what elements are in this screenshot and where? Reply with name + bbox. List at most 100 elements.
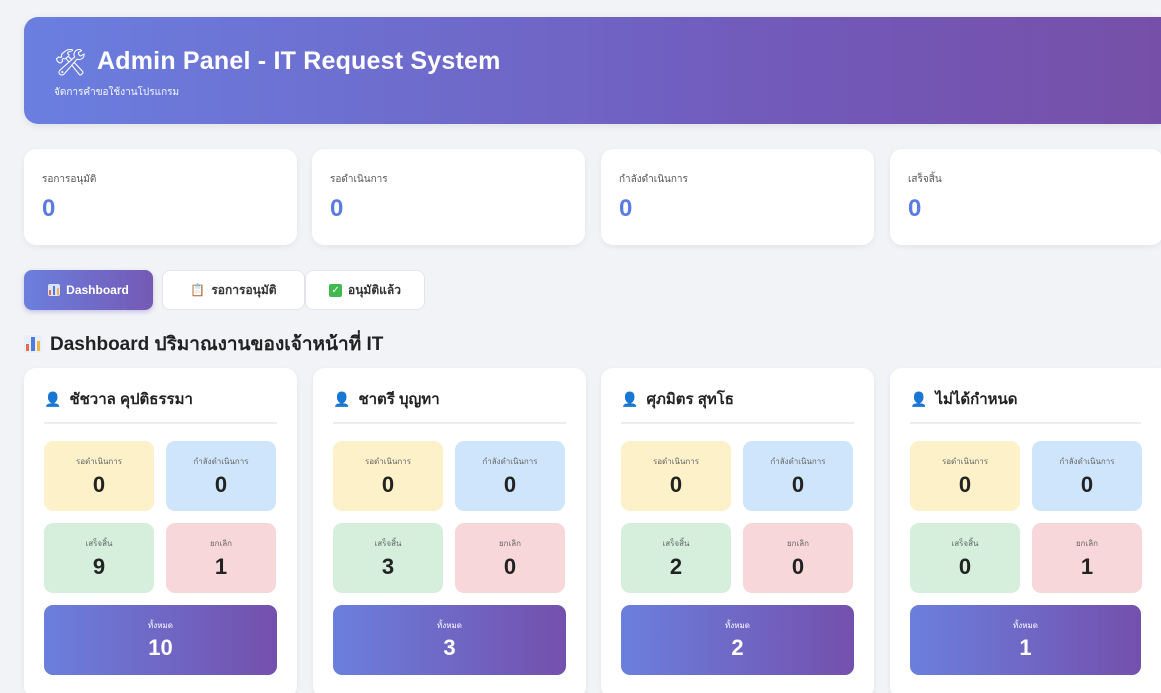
- staff-name: ไม่ได้กำหนด: [935, 391, 1018, 408]
- staff-name-row: 👤 ศุภมิตร สุทโธ: [621, 388, 854, 424]
- stat-label: เสร็จสิ้น: [908, 174, 942, 185]
- stat-card-in-progress: กำลังดำเนินการ 0: [601, 149, 874, 245]
- staff-card: 👤 ชัชวาล คุปติธรรมา รอดำเนินการ 0 กำลังดำ…: [24, 368, 297, 693]
- stat-label: กำลังดำเนินการ: [619, 174, 688, 185]
- person-icon: 👤: [44, 390, 62, 407]
- tab-label: อนุมัติแล้ว: [348, 282, 401, 297]
- total-label: ทั้งหมด: [148, 621, 173, 630]
- done-box: เสร็จสิ้น 9: [44, 523, 154, 593]
- cancelled-box: ยกเลิก 1: [1032, 523, 1142, 593]
- box-value: 0: [669, 472, 683, 497]
- box-label: เสร็จสิ้น: [374, 539, 402, 548]
- done-box: เสร็จสิ้น 3: [333, 523, 443, 593]
- staff-stats-grid: รอดำเนินการ 0 กำลังดำเนินการ 0 เสร็จสิ้น 0 …: [910, 441, 1142, 593]
- box-value: 1: [1080, 554, 1094, 579]
- box-label: กำลังดำเนินการ: [770, 457, 826, 466]
- pending-box: รอดำเนินการ 0: [621, 441, 731, 511]
- box-label: ยกเลิก: [1075, 539, 1098, 548]
- in-progress-box: กำลังดำเนินการ 0: [455, 441, 565, 511]
- staff-card: 👤 ไม่ได้กำหนด รอดำเนินการ 0 กำลังดำเนินกา…: [890, 368, 1161, 693]
- bar-chart-icon: [24, 335, 42, 353]
- cancelled-box: ยกเลิก 0: [455, 523, 565, 593]
- box-value: 0: [791, 554, 805, 579]
- total-value: 10: [148, 635, 173, 660]
- total-value: 2: [731, 635, 744, 660]
- stat-card-pending: รอดำเนินการ 0: [312, 149, 585, 245]
- page-header: 🛠 Admin Panel - IT Request System จัดการ…: [24, 17, 1161, 124]
- staff-name-row: 👤 ชาตรี บุญทา: [333, 388, 566, 424]
- tab-label: Dashboard: [66, 283, 129, 297]
- person-icon: 👤: [621, 390, 639, 407]
- staff-name-row: 👤 ไม่ได้กำหนด: [910, 388, 1141, 424]
- box-value: 0: [503, 472, 517, 497]
- total-box: ทั้งหมด 1: [910, 605, 1141, 675]
- in-progress-box: กำลังดำเนินการ 0: [1032, 441, 1142, 511]
- staff-name: ชาตรี บุญทา: [358, 391, 440, 408]
- box-value: 0: [791, 472, 805, 497]
- box-value: 2: [669, 554, 683, 579]
- done-box: เสร็จสิ้น 0: [910, 523, 1020, 593]
- staff-stats-grid: รอดำเนินการ 0 กำลังดำเนินการ 0 เสร็จสิ้น 9 …: [44, 441, 277, 593]
- person-icon: 👤: [910, 390, 928, 407]
- stat-value: 0: [42, 195, 56, 222]
- tab-awaiting-approval[interactable]: 📋 รอการอนุมัติ: [162, 270, 305, 310]
- total-box: ทั้งหมด 2: [621, 605, 854, 675]
- section-title: Dashboard ปริมาณงานของเจ้าหน้าที่ IT: [24, 329, 383, 359]
- tab-approved[interactable]: ✓ อนุมัติแล้ว: [305, 270, 425, 310]
- box-value: 0: [1080, 472, 1094, 497]
- box-value: 0: [214, 472, 228, 497]
- total-label: ทั้งหมด: [725, 621, 750, 630]
- section-title-text: Dashboard ปริมาณงานของเจ้าหน้าที่ IT: [50, 334, 384, 355]
- box-value: 3: [381, 554, 395, 579]
- box-value: 0: [381, 472, 395, 497]
- stat-value: 0: [330, 195, 344, 222]
- cancelled-box: ยกเลิก 1: [166, 523, 276, 593]
- tools-icon: 🛠: [54, 46, 88, 77]
- stats-row: รอการอนุมัติ 0 รอดำเนินการ 0 กำลังดำเนิน…: [24, 149, 1161, 245]
- clipboard-icon: 📋: [190, 283, 206, 297]
- staff-name: ศุภมิตร สุทโธ: [646, 391, 734, 408]
- box-label: รอดำเนินการ: [75, 457, 123, 466]
- staff-stats-grid: รอดำเนินการ 0 กำลังดำเนินการ 0 เสร็จสิ้น 3 …: [333, 441, 566, 593]
- box-label: เสร็จสิ้น: [85, 539, 113, 548]
- stat-label: รอดำเนินการ: [330, 174, 388, 185]
- total-label: ทั้งหมด: [437, 621, 462, 630]
- total-value: 3: [443, 635, 456, 660]
- box-value: 0: [503, 554, 517, 579]
- box-label: ยกเลิก: [209, 539, 232, 548]
- in-progress-box: กำลังดำเนินการ 0: [743, 441, 853, 511]
- box-label: เสร็จสิ้น: [951, 539, 979, 548]
- pending-box: รอดำเนินการ 0: [910, 441, 1020, 511]
- header-title-row: 🛠 Admin Panel - IT Request System: [54, 47, 1129, 76]
- box-label: รอดำเนินการ: [364, 457, 412, 466]
- total-box: ทั้งหมด 10: [44, 605, 277, 675]
- pending-box: รอดำเนินการ 0: [333, 441, 443, 511]
- stat-label: รอการอนุมัติ: [42, 174, 97, 185]
- box-value: 0: [958, 554, 972, 579]
- box-label: รอดำเนินการ: [941, 457, 989, 466]
- box-label: กำลังดำเนินการ: [193, 457, 249, 466]
- check-box-icon: ✓: [329, 283, 343, 297]
- staff-card: 👤 ชาตรี บุญทา รอดำเนินการ 0 กำลังดำเนินกา…: [313, 368, 586, 693]
- box-label: ยกเลิก: [786, 539, 809, 548]
- person-icon: 👤: [333, 390, 351, 407]
- box-label: กำลังดำเนินการ: [482, 457, 538, 466]
- box-value: 0: [958, 472, 972, 497]
- bar-chart-icon: [48, 284, 61, 296]
- page-subtitle: จัดการคำขอใช้งานโปรแกรม: [54, 87, 180, 98]
- stat-card-done: เสร็จสิ้น 0: [890, 149, 1161, 245]
- box-value: 0: [92, 472, 106, 497]
- staff-card: 👤 ศุภมิตร สุทโธ รอดำเนินการ 0 กำลังดำเนิน…: [601, 368, 874, 693]
- done-box: เสร็จสิ้น 2: [621, 523, 731, 593]
- stat-value: 0: [619, 195, 633, 222]
- total-label: ทั้งหมด: [1013, 621, 1038, 630]
- box-label: กำลังดำเนินการ: [1059, 457, 1115, 466]
- tab-dashboard[interactable]: Dashboard: [24, 270, 153, 310]
- total-value: 1: [1019, 635, 1032, 660]
- pending-box: รอดำเนินการ 0: [44, 441, 154, 511]
- box-label: รอดำเนินการ: [652, 457, 700, 466]
- stat-card-awaiting-approval: รอการอนุมัติ 0: [24, 149, 297, 245]
- in-progress-box: กำลังดำเนินการ 0: [166, 441, 276, 511]
- total-box: ทั้งหมด 3: [333, 605, 566, 675]
- box-label: เสร็จสิ้น: [662, 539, 690, 548]
